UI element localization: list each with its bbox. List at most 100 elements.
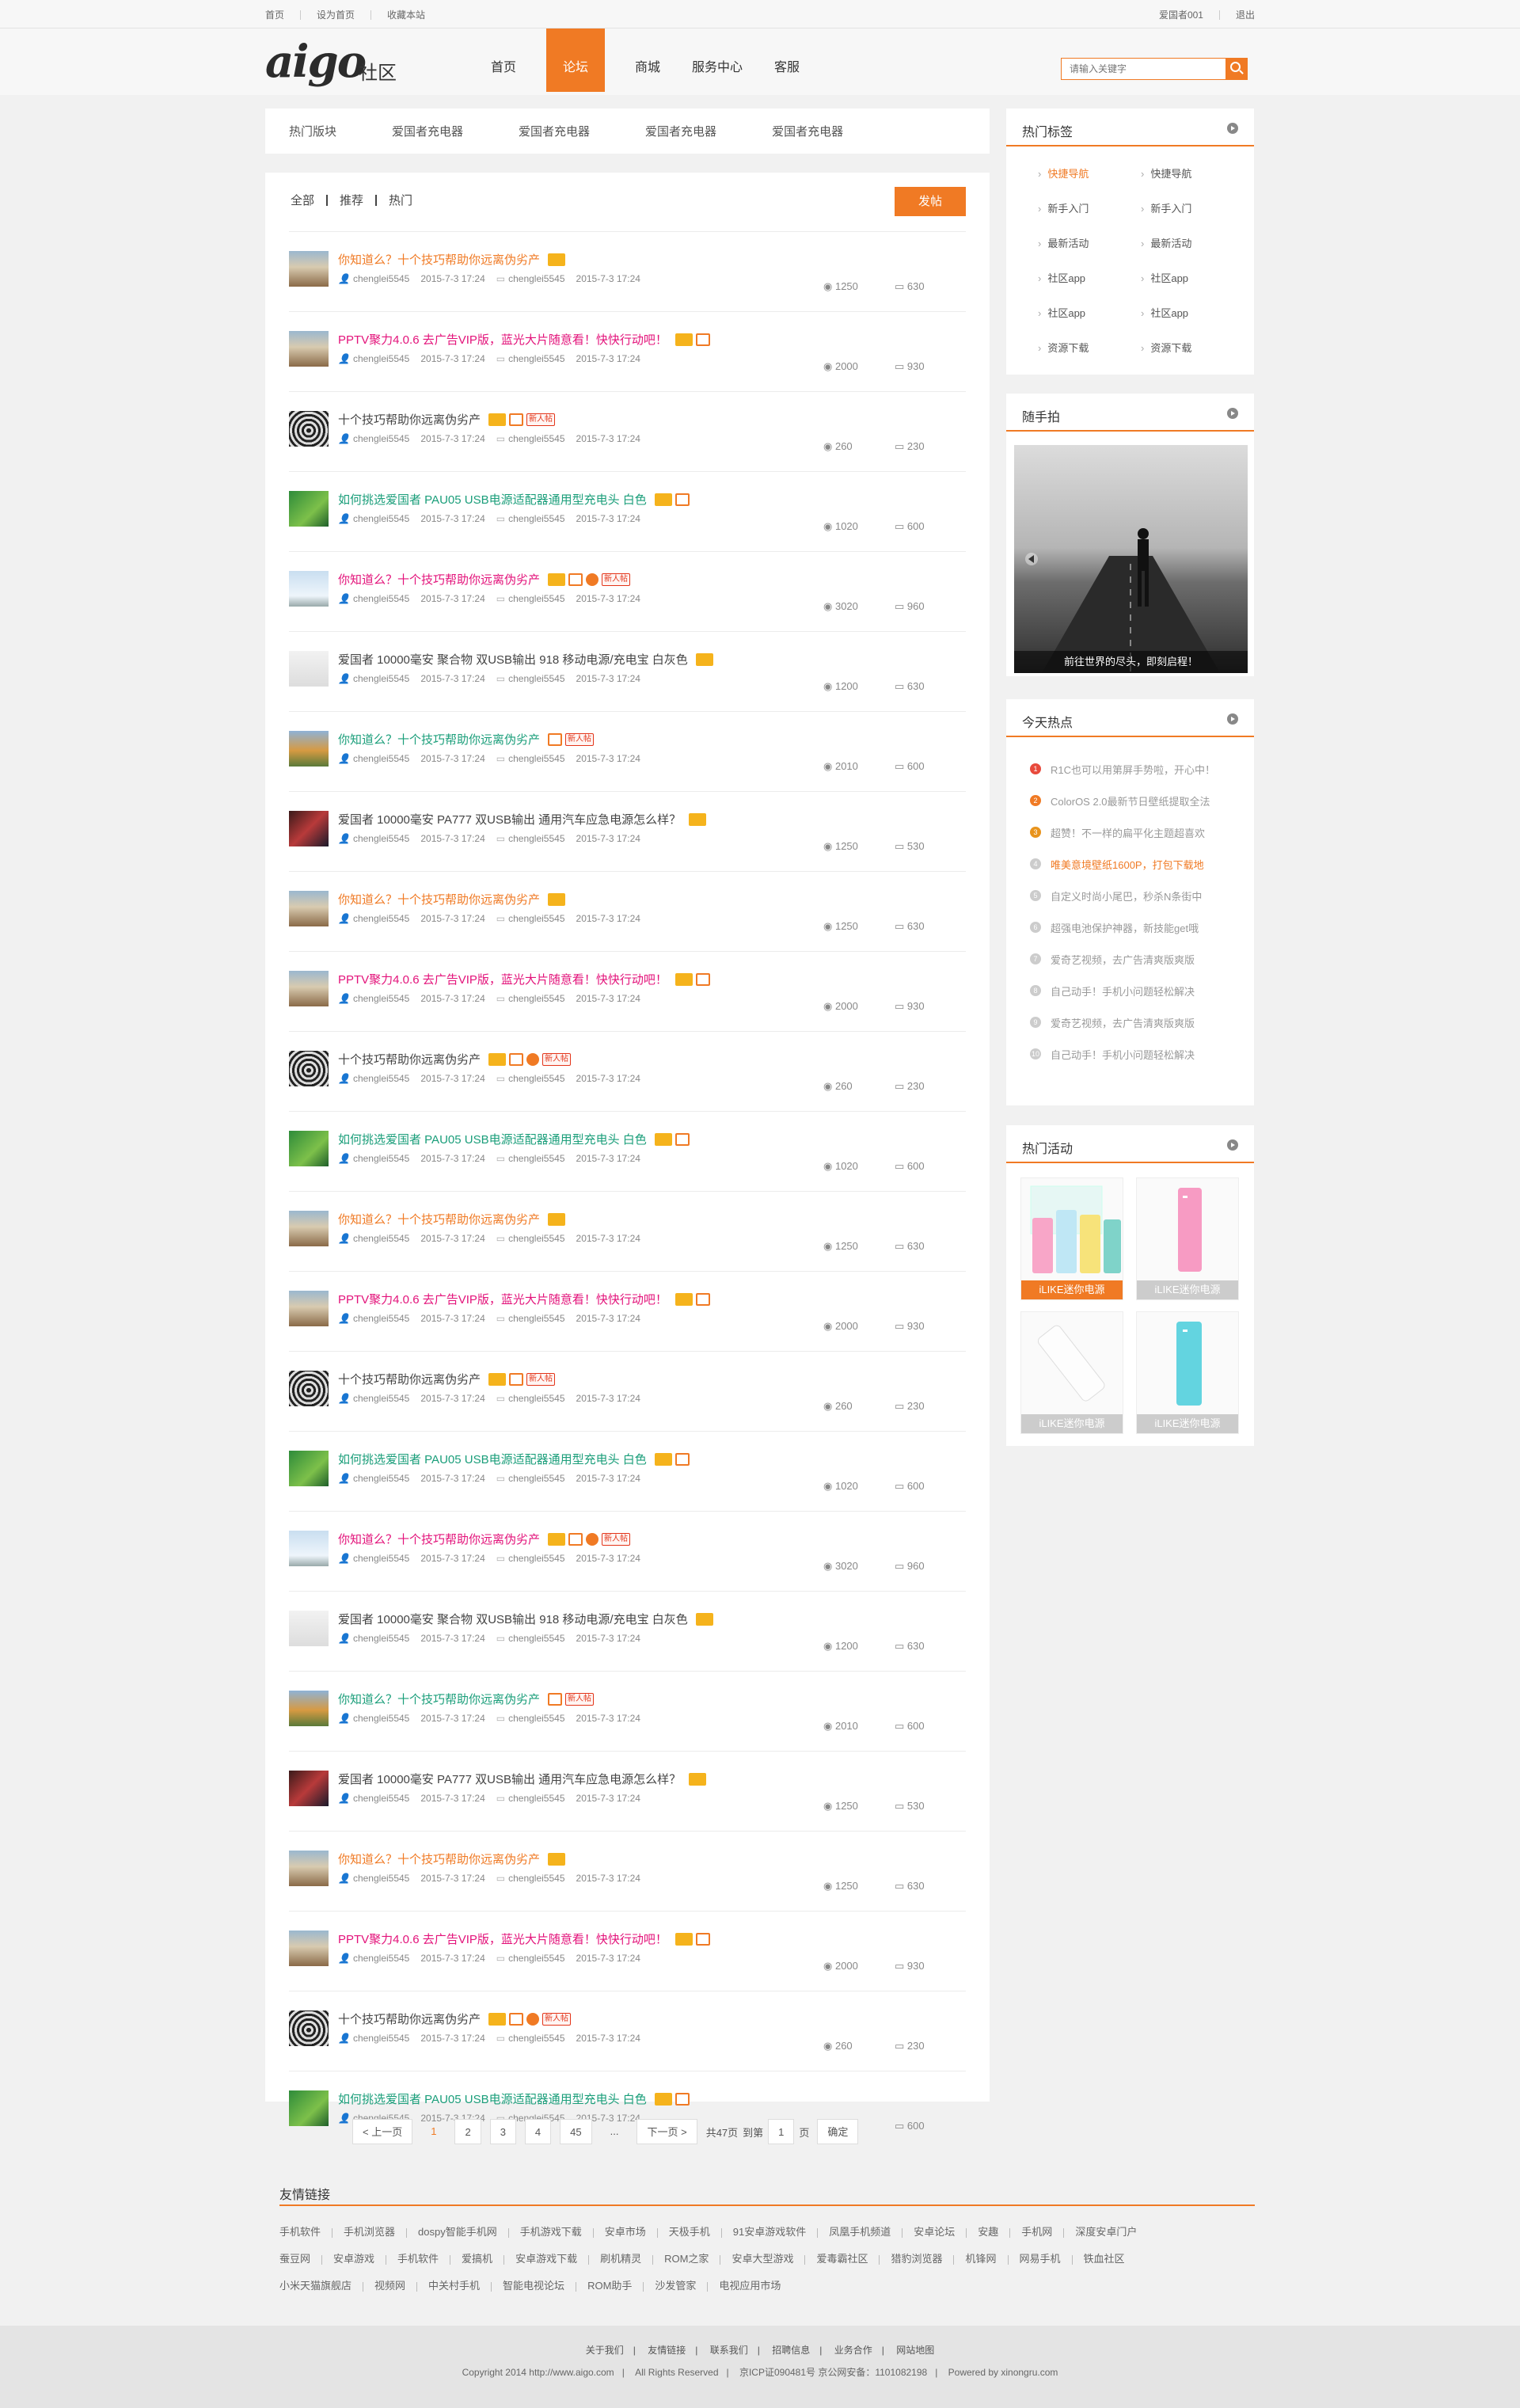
- tag-link[interactable]: › 最新活动: [1038, 235, 1141, 270]
- last-reply-user[interactable]: chenglei5545: [508, 1073, 564, 1084]
- thread-row[interactable]: PPTV聚力4.0.6 去广告VIP版，蓝光大片随意看！快快行动吧！ 👤 chen…: [289, 1911, 966, 1991]
- nav-mall[interactable]: 商城: [613, 29, 682, 92]
- hot-item[interactable]: 8 自己动手！手机小问题轻松解决: [1030, 975, 1215, 1006]
- thread-title[interactable]: 你知道么？十个技巧帮助你远离伪劣产: [338, 251, 540, 268]
- author-link[interactable]: chenglei5545: [353, 273, 409, 284]
- friend-link[interactable]: 手机软件: [279, 2219, 321, 2246]
- thread-row[interactable]: 十个技巧帮助你远离伪劣产 新人帖 👤 chenglei5545 2015-7-3 1…: [289, 1351, 966, 1431]
- toplink-set-homepage[interactable]: 设为首页: [317, 8, 355, 21]
- author-link[interactable]: chenglei5545: [353, 353, 409, 364]
- footer-jobs[interactable]: 招聘信息: [772, 2345, 810, 2356]
- thread-row[interactable]: 你知道么？十个技巧帮助你远离伪劣产 新人帖 👤 chenglei5545 2015-…: [289, 711, 966, 791]
- author-link[interactable]: chenglei5545: [353, 1393, 409, 1404]
- thread-thumbnail[interactable]: [289, 2090, 329, 2126]
- last-reply-user[interactable]: chenglei5545: [508, 1393, 564, 1404]
- snapshot-image[interactable]: 前往世界的尽头，即刻启程！: [1014, 445, 1248, 673]
- last-reply-user[interactable]: chenglei5545: [508, 1553, 564, 1564]
- hot-item[interactable]: 2 ColorOS 2.0最新节日壁纸提取全法: [1030, 785, 1215, 816]
- hot-item[interactable]: 7 爱奇艺视频，去广告清爽版爽版: [1030, 943, 1215, 975]
- thread-row[interactable]: 你知道么？十个技巧帮助你远离伪劣产 👤 chenglei5545 2015-7-3…: [289, 871, 966, 951]
- thread-thumbnail[interactable]: [289, 1691, 329, 1726]
- more-icon[interactable]: [1227, 123, 1238, 134]
- thread-title[interactable]: 如何挑选爱国者 PAU05 USB电源适配器通用型充电头 白色: [338, 1131, 647, 1147]
- footer-friend-links[interactable]: 友情链接: [648, 2345, 686, 2356]
- cat-charger-4[interactable]: 爱国者充电器: [772, 123, 843, 139]
- thread-thumbnail[interactable]: [289, 811, 329, 846]
- tag-link[interactable]: › 社区app: [1038, 305, 1141, 340]
- author-link[interactable]: chenglei5545: [353, 673, 409, 684]
- last-reply-user[interactable]: chenglei5545: [508, 913, 564, 924]
- tag-link[interactable]: › 最新活动: [1141, 235, 1244, 270]
- thread-title[interactable]: 你知道么？十个技巧帮助你远离伪劣产: [338, 1851, 540, 1867]
- author-link[interactable]: chenglei5545: [353, 833, 409, 844]
- thread-title[interactable]: 你知道么？十个技巧帮助你远离伪劣产: [338, 731, 540, 748]
- tag-link[interactable]: › 新手入门: [1141, 200, 1244, 235]
- logout-link[interactable]: 退出: [1236, 8, 1255, 21]
- search-button[interactable]: [1226, 58, 1248, 80]
- hot-item[interactable]: 5 自定义时尚小尾巴，秒杀N条街中: [1030, 880, 1215, 911]
- goto-confirm-button[interactable]: 确定: [817, 2119, 859, 2144]
- page-input[interactable]: 1: [768, 2119, 795, 2144]
- thread-row[interactable]: 你知道么？十个技巧帮助你远离伪劣产 👤 chenglei5545 2015-7-3…: [289, 231, 966, 311]
- thread-thumbnail[interactable]: [289, 571, 329, 607]
- prev-page-button[interactable]: < 上一页: [352, 2119, 413, 2144]
- friend-link[interactable]: 机锋网: [965, 2246, 996, 2273]
- thread-row[interactable]: 爱国者 10000毫安 聚合物 双USB输出 918 移动电源/充电宝 白灰色 …: [289, 631, 966, 711]
- last-reply-user[interactable]: chenglei5545: [508, 513, 564, 524]
- thread-title[interactable]: 爱国者 10000毫安 PA777 双USB输出 通用汽车应急电源怎么样？: [338, 1771, 681, 1787]
- hot-item[interactable]: 4 唯美意境壁纸1600P，打包下载地: [1030, 848, 1215, 880]
- friend-link[interactable]: 安趣: [978, 2219, 998, 2246]
- last-reply-user[interactable]: chenglei5545: [508, 673, 564, 684]
- friend-link[interactable]: 视频网: [374, 2273, 405, 2300]
- friend-link[interactable]: 安卓市场: [605, 2219, 646, 2246]
- thread-thumbnail[interactable]: [289, 1211, 329, 1246]
- logo[interactable]: aigo: [265, 38, 367, 86]
- next-page-button[interactable]: 下一页 >: [636, 2119, 697, 2144]
- hot-item[interactable]: 10 自己动手！手机小问题轻松解决: [1030, 1038, 1215, 1070]
- thread-thumbnail[interactable]: [289, 891, 329, 926]
- thread-title[interactable]: PPTV聚力4.0.6 去广告VIP版，蓝光大片随意看！快快行动吧！: [338, 331, 667, 348]
- thread-thumbnail[interactable]: [289, 1931, 329, 1966]
- friend-link[interactable]: 手机游戏下载: [520, 2219, 582, 2246]
- tag-link[interactable]: › 社区app: [1141, 305, 1244, 340]
- nav-home[interactable]: 首页: [469, 29, 538, 92]
- author-link[interactable]: chenglei5545: [353, 993, 409, 1004]
- tab-recommended[interactable]: 推荐: [340, 192, 363, 208]
- last-reply-user[interactable]: chenglei5545: [508, 1873, 564, 1884]
- thread-row[interactable]: 你知道么？十个技巧帮助你远离伪劣产 👤 chenglei5545 2015-7-3…: [289, 1191, 966, 1271]
- page-2[interactable]: 2: [454, 2119, 481, 2144]
- tab-hot[interactable]: 热门: [389, 192, 412, 208]
- friend-link[interactable]: 爱搞机: [462, 2246, 492, 2273]
- thread-title[interactable]: 如何挑选爱国者 PAU05 USB电源适配器通用型充电头 白色: [338, 2090, 647, 2107]
- thread-thumbnail[interactable]: [289, 411, 329, 447]
- friend-link[interactable]: 手机浏览器: [344, 2219, 395, 2246]
- tag-link[interactable]: › 快捷导航: [1038, 165, 1141, 200]
- author-link[interactable]: chenglei5545: [353, 913, 409, 924]
- author-link[interactable]: chenglei5545: [353, 1953, 409, 1964]
- toplink-home[interactable]: 首页: [265, 8, 284, 21]
- last-reply-user[interactable]: chenglei5545: [508, 1473, 564, 1484]
- cat-charger-3[interactable]: 爱国者充电器: [645, 123, 716, 139]
- thread-row[interactable]: PPTV聚力4.0.6 去广告VIP版，蓝光大片随意看！快快行动吧！ 👤 chen…: [289, 951, 966, 1031]
- author-link[interactable]: chenglei5545: [353, 1233, 409, 1244]
- thread-row[interactable]: 十个技巧帮助你远离伪劣产 新人帖 👤 chenglei5545 2015-7-3 1…: [289, 1991, 966, 2071]
- author-link[interactable]: chenglei5545: [353, 513, 409, 524]
- tag-link[interactable]: › 社区app: [1141, 270, 1244, 305]
- friend-link[interactable]: 安卓论坛: [914, 2219, 955, 2246]
- friend-link[interactable]: 手机网: [1021, 2219, 1052, 2246]
- thread-thumbnail[interactable]: [289, 1051, 329, 1086]
- tab-all[interactable]: 全部: [291, 192, 314, 208]
- last-reply-user[interactable]: chenglei5545: [508, 753, 564, 764]
- last-reply-user[interactable]: chenglei5545: [508, 593, 564, 604]
- thread-title[interactable]: 你知道么？十个技巧帮助你远离伪劣产: [338, 1691, 540, 1707]
- last-reply-user[interactable]: chenglei5545: [508, 1313, 564, 1324]
- author-link[interactable]: chenglei5545: [353, 1313, 409, 1324]
- thread-title[interactable]: PPTV聚力4.0.6 去广告VIP版，蓝光大片随意看！快快行动吧！: [338, 1931, 667, 1947]
- more-icon[interactable]: [1227, 1139, 1238, 1151]
- nav-forum[interactable]: 论坛: [546, 29, 605, 92]
- last-reply-user[interactable]: chenglei5545: [508, 833, 564, 844]
- tag-link[interactable]: › 社区app: [1038, 270, 1141, 305]
- thread-title[interactable]: 如何挑选爱国者 PAU05 USB电源适配器通用型充电头 白色: [338, 491, 647, 508]
- tag-link[interactable]: › 资源下载: [1141, 340, 1244, 375]
- thread-thumbnail[interactable]: [289, 651, 329, 687]
